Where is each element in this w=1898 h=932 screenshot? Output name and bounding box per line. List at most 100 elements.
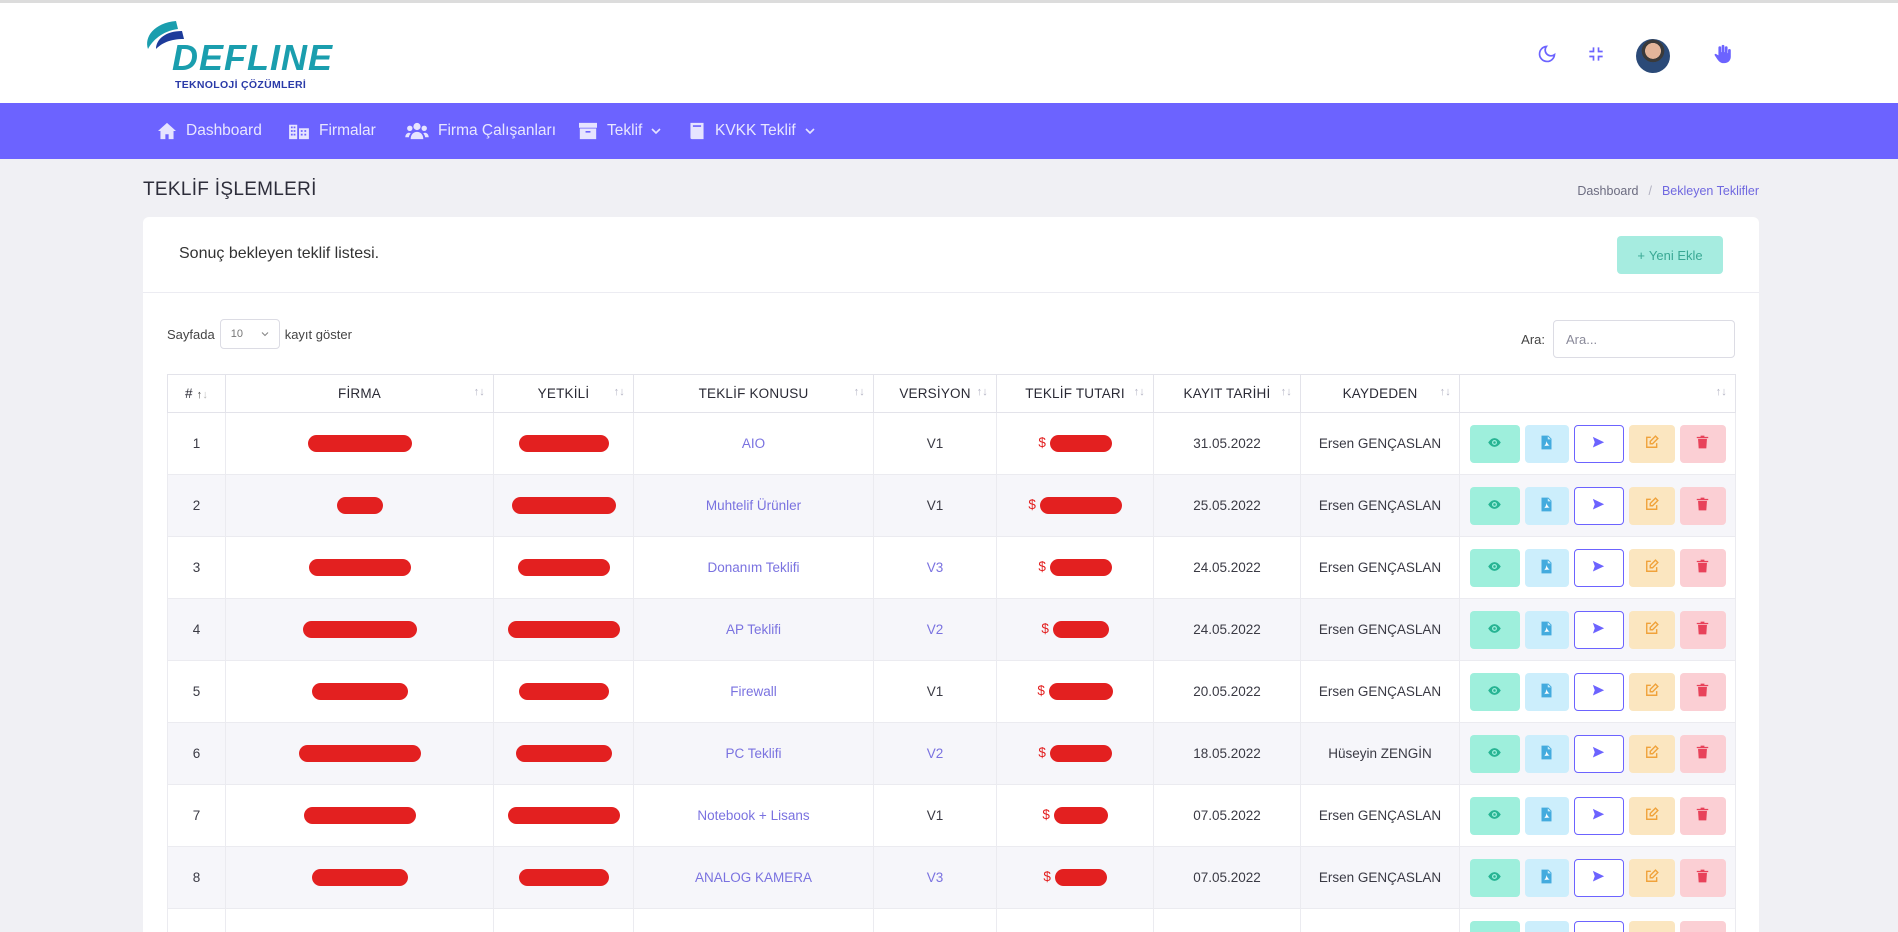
delete-button[interactable] [1679, 920, 1726, 932]
teklif-konusu-link[interactable]: ANALOG KAMERA [633, 846, 874, 909]
send-button[interactable] [1573, 734, 1624, 773]
table-row[interactable]: 3 Donanım Teklifi V3 $ 24.05.2022 Ersen GENÇ… [167, 536, 1736, 599]
delete-button[interactable] [1679, 548, 1726, 587]
table-row[interactable]: 8 ANALOG KAMERA V3 $ 07.05.2022 Ersen GENÇAS… [167, 846, 1736, 909]
view-button[interactable] [1469, 858, 1520, 897]
delete-button[interactable] [1679, 424, 1726, 463]
logo[interactable]: DEFLINE TEKNOLOJİ ÇÖZÜMLERİ [142, 15, 342, 95]
edit-button[interactable] [1628, 424, 1675, 463]
delete-button[interactable] [1679, 610, 1726, 649]
column-header-yetkili[interactable]: YETKİLİ ↑↓ [493, 374, 634, 413]
edit-button[interactable] [1628, 734, 1675, 773]
view-button[interactable] [1469, 796, 1520, 835]
table-row[interactable]: 5 Firewall V1 $ 20.05.2022 Ersen GENÇASLAN [167, 660, 1736, 723]
table-row[interactable] [167, 908, 1736, 932]
view-button[interactable] [1469, 486, 1520, 525]
view-button[interactable] [1469, 424, 1520, 463]
edit-button[interactable] [1628, 610, 1675, 649]
pdf-button[interactable] [1524, 672, 1569, 711]
view-button[interactable] [1469, 920, 1520, 932]
pdf-button[interactable] [1524, 796, 1569, 835]
teklif-konusu-link[interactable]: PC Teklifi [633, 722, 874, 785]
versiyon-cell[interactable]: V2 [873, 598, 997, 661]
column-header-teklif-konusu[interactable]: TEKLİF KONUSU ↑↓ [633, 374, 874, 413]
edit-button[interactable] [1628, 486, 1675, 525]
nav-item-firma-calisanlari[interactable]: Firma Çalışanları [405, 103, 556, 159]
send-button[interactable] [1573, 486, 1624, 525]
table-row[interactable]: 6 PC Teklifi V2 $ 18.05.2022 Hüseyin ZENGİN [167, 722, 1736, 785]
view-button[interactable] [1469, 548, 1520, 587]
send-button[interactable] [1573, 858, 1624, 897]
pdf-button[interactable] [1524, 920, 1569, 932]
teklif-konusu-link[interactable]: Firewall [633, 660, 874, 723]
column-header-firma[interactable]: FİRMA ↑↓ [225, 374, 494, 413]
hand-icon[interactable] [1710, 41, 1736, 67]
teklif-konusu-link[interactable]: Notebook + Lisans [633, 784, 874, 847]
delete-button[interactable] [1679, 734, 1726, 773]
send-button[interactable] [1573, 920, 1624, 932]
nav-item-firmalar[interactable]: Firmalar [288, 103, 376, 159]
edit-button[interactable] [1628, 920, 1675, 932]
table-row[interactable]: 2 Muhtelif Ürünler V1 $ 25.05.2022 Ersen GEN… [167, 474, 1736, 537]
pdf-button[interactable] [1524, 610, 1569, 649]
pdf-button[interactable] [1524, 486, 1569, 525]
view-button[interactable] [1469, 672, 1520, 711]
table-search: Ara: Ara... [1521, 320, 1735, 358]
versiyon-cell[interactable]: V2 [873, 722, 997, 785]
column-header-kayit-tarihi[interactable]: KAYIT TARİHİ ↑↓ [1153, 374, 1301, 413]
teklif-konusu-link[interactable]: Donanım Teklifi [633, 536, 874, 599]
kayit-tarihi-cell: 24.05.2022 [1153, 536, 1301, 599]
teklif-konusu-link[interactable]: AP Teklifi [633, 598, 874, 661]
actions-cell [1459, 846, 1736, 909]
versiyon-cell[interactable]: V3 [873, 536, 997, 599]
table-row[interactable]: 7 Notebook + Lisans V1 $ 07.05.2022 Ersen GE… [167, 784, 1736, 847]
edit-icon [1645, 497, 1659, 514]
pdf-icon [1540, 497, 1553, 515]
nav-item-dashboard[interactable]: Dashboard [157, 103, 262, 159]
delete-button[interactable] [1679, 486, 1726, 525]
pdf-button[interactable] [1524, 548, 1569, 587]
edit-button[interactable] [1628, 672, 1675, 711]
add-new-button[interactable]: + Yeni Ekle [1617, 236, 1723, 274]
delete-button[interactable] [1679, 858, 1726, 897]
column-header-kaydeden[interactable]: KAYDEDEN ↑↓ [1300, 374, 1460, 413]
delete-button[interactable] [1679, 796, 1726, 835]
moon-icon[interactable] [1534, 41, 1560, 67]
table-row[interactable]: 1 AIO V1 $ 31.05.2022 Ersen GENÇASLAN [167, 412, 1736, 475]
pdf-button[interactable] [1524, 424, 1569, 463]
teklif-konusu-link[interactable]: AIO [633, 412, 874, 475]
search-input[interactable]: Ara... [1553, 320, 1735, 358]
send-button[interactable] [1573, 672, 1624, 711]
pdf-button[interactable] [1524, 858, 1569, 897]
teklif-tutari-cell: $ [996, 412, 1154, 475]
table-row[interactable]: 4 AP Teklifi V2 $ 24.05.2022 Ersen GENÇASLAN [167, 598, 1736, 661]
send-button[interactable] [1573, 796, 1624, 835]
search-label: Ara: [1521, 331, 1545, 347]
column-header-no[interactable]: # ↑↓ [167, 374, 226, 413]
teklif-konusu-link[interactable]: Muhtelif Ürünler [633, 474, 874, 537]
redacted-mark [507, 621, 620, 638]
nav-item-teklif[interactable]: Teklif [578, 103, 661, 159]
edit-button[interactable] [1628, 796, 1675, 835]
send-button[interactable] [1573, 424, 1624, 463]
edit-button[interactable] [1628, 858, 1675, 897]
column-header-actions[interactable]: ↑↓ [1459, 374, 1736, 413]
breadcrumb-item-dashboard[interactable]: Dashboard [1577, 184, 1638, 198]
avatar[interactable] [1636, 39, 1670, 73]
row-number: 3 [167, 536, 226, 599]
send-button[interactable] [1573, 610, 1624, 649]
view-button[interactable] [1469, 734, 1520, 773]
pdf-button[interactable] [1524, 734, 1569, 773]
eye-icon [1487, 497, 1502, 515]
page-length-select[interactable]: 10 [219, 319, 280, 349]
delete-button[interactable] [1679, 672, 1726, 711]
column-header-teklif-tutari[interactable]: TEKLİF TUTARI ↑↓ [996, 374, 1154, 413]
nav-item-kvkk-teklif[interactable]: KVKK Teklif [688, 103, 815, 159]
trash-icon [1696, 745, 1709, 762]
versiyon-cell[interactable]: V3 [873, 846, 997, 909]
minimize-icon[interactable] [1583, 41, 1609, 67]
edit-button[interactable] [1628, 548, 1675, 587]
send-button[interactable] [1573, 548, 1624, 587]
column-header-versiyon[interactable]: VERSİYON ↑↓ [873, 374, 997, 413]
view-button[interactable] [1469, 610, 1520, 649]
